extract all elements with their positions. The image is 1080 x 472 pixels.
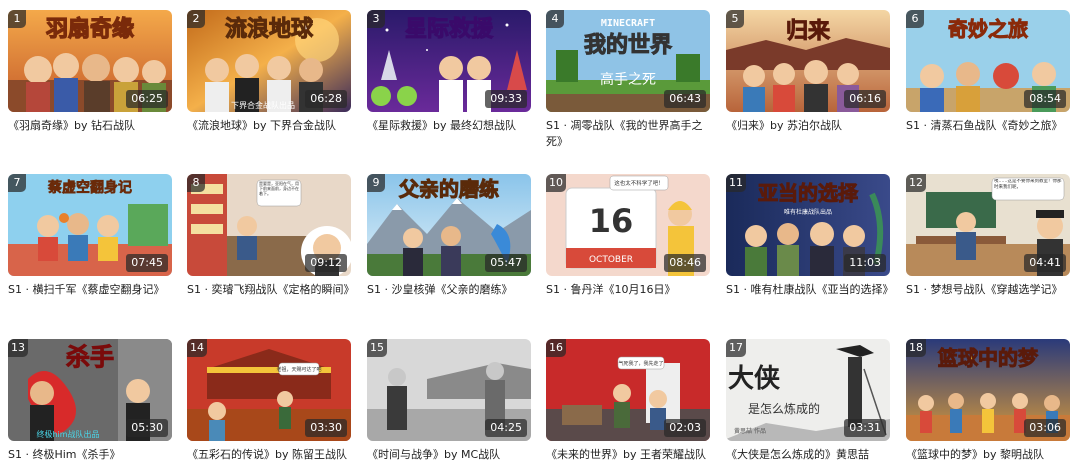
thumbnail-speech-bubble: 是要是，亚阳在气，用下前来面前，身边不在着下。: [259, 181, 299, 196]
video-caption[interactable]: S1 · 唯有杜康战队《亚当的选择》: [726, 282, 893, 298]
thumbnail-author: 黄思喆 作品: [734, 427, 766, 435]
video-index-badge: 3: [367, 10, 385, 28]
video-duration: 08:46: [664, 254, 706, 272]
video-thumbnail[interactable]: 是要是，亚阳在气，用下前来面前，身边不在着下。 8 09:12: [187, 174, 351, 276]
video-index-badge: 10: [546, 174, 566, 192]
video-thumbnail[interactable]: 咦……这是不要你来到教室！你那时来我们呢， 12 04:41: [906, 174, 1070, 276]
thumbnail-speech-bubble: 老祖，天赐可达了吧: [276, 366, 321, 373]
video-caption[interactable]: S1 · 奕璿飞翔战队《定格的瞬间》: [187, 282, 354, 298]
video-index-badge: 18: [906, 339, 926, 357]
video-thumbnail[interactable]: 老祖，天赐可达了吧 14 03:30: [187, 339, 351, 441]
video-thumbnail[interactable]: 大侠 是怎么炼成的 黄思喆 作品 17 03:31: [726, 339, 890, 441]
video-caption[interactable]: 《星际救援》by 最终幻想战队: [367, 118, 531, 134]
video-index-badge: 16: [546, 339, 566, 357]
video-thumbnail[interactable]: 流浪地球 下界合金战队出品 2 06:28: [187, 10, 351, 112]
video-duration: 09:12: [305, 254, 347, 272]
thumbnail-subtitle: 终极him战队出品: [36, 429, 99, 439]
video-index-badge: 6: [906, 10, 924, 28]
video-thumbnail[interactable]: 杀手 终极him战队出品 13 05:30: [8, 339, 172, 441]
video-index-badge: 12: [906, 174, 926, 192]
thumbnail-title: 流浪地球: [225, 16, 314, 42]
video-index-badge: 15: [367, 339, 387, 357]
video-duration: 09:33: [485, 90, 527, 108]
video-duration: 03:31: [844, 419, 886, 437]
video-duration: 02:03: [664, 419, 706, 437]
thumbnail-speech-bubble: 这也太不科学了吧！: [614, 179, 664, 187]
video-duration: 11:03: [844, 254, 886, 272]
video-index-badge: 14: [187, 339, 207, 357]
video-index-badge: 9: [367, 174, 385, 192]
thumbnail-title: 亚当的选择: [758, 181, 859, 205]
video-duration: 04:25: [485, 419, 527, 437]
video-thumbnail[interactable]: 奇妙之旅 6 08:54: [906, 10, 1070, 112]
video-caption[interactable]: S1 · 凋零战队《我的世界高手之死》: [546, 118, 710, 150]
video-thumbnail[interactable]: 父亲的磨练 9 05:47: [367, 174, 531, 276]
thumbnail-logo: MINECRAFT: [601, 18, 655, 29]
video-caption[interactable]: S1 · 鲁丹洋《10月16日》: [546, 282, 710, 298]
thumbnail-subtitle: 下界合金战队出品: [231, 100, 295, 110]
thumbnail-title: 蔡虚空翻身记: [47, 179, 132, 196]
thumbnail-title: 羽扇奇缘: [46, 16, 134, 42]
video-index-badge: 11: [726, 174, 746, 192]
video-thumbnail[interactable]: 篮球中的梦 18 03:06: [906, 339, 1070, 441]
video-index-badge: 7: [8, 174, 26, 192]
video-duration: 06:43: [664, 90, 706, 108]
video-thumbnail[interactable]: 气死我了，我先走了 16 02:03: [546, 339, 710, 441]
video-caption[interactable]: S1 · 清蒸石鱼战队《奇妙之旅》: [906, 118, 1070, 134]
thumbnail-title: 杀手: [66, 343, 114, 371]
video-duration: 08:54: [1024, 90, 1066, 108]
video-thumbnail[interactable]: 15 04:25: [367, 339, 531, 441]
video-thumbnail[interactable]: 归来 5 06:16: [726, 10, 890, 112]
video-caption[interactable]: 《大侠是怎么炼成的》黄思喆: [726, 447, 890, 463]
video-thumbnail[interactable]: 亚当的选择 唯有杜康战队出品 11 11:03: [726, 174, 890, 276]
thumbnail-title: 大侠: [728, 363, 781, 394]
video-index-badge: 8: [187, 174, 205, 192]
thumbnail-speech-bubble: 气死我了，我先走了: [618, 360, 663, 367]
thumbnail-title: 归来: [786, 19, 831, 44]
video-caption[interactable]: S1 · 梦想号战队《穿越选学记》: [906, 282, 1070, 298]
video-index-badge: 13: [8, 339, 28, 357]
video-duration: 06:28: [305, 90, 347, 108]
video-thumbnail[interactable]: 蔡虚空翻身记 7 07:45: [8, 174, 172, 276]
video-duration: 07:45: [126, 254, 168, 272]
video-duration: 03:30: [305, 419, 347, 437]
thumbnail-subtitle: 唯有杜康战队出品: [784, 208, 832, 216]
video-index-badge: 17: [726, 339, 746, 357]
video-index-badge: 2: [187, 10, 205, 28]
video-caption[interactable]: 《羽扇奇缘》by 钻石战队: [8, 118, 172, 134]
thumbnail-subtitle: OCTOBER: [589, 255, 633, 265]
thumbnail-title: 奇妙之旅: [948, 17, 1028, 41]
thumbnail-subtitle: 高手之死: [600, 71, 656, 88]
video-index-badge: 4: [546, 10, 564, 28]
video-grid: 羽扇奇缘 1 06:25 《羽扇奇缘》by 钻石战队 流浪地球 下界合金战队出品…: [0, 0, 1080, 472]
video-duration: 05:30: [126, 419, 168, 437]
thumbnail-title: 篮球中的梦: [937, 346, 1039, 370]
video-duration: 03:06: [1024, 419, 1066, 437]
thumbnail-speech-bubble: 咦……这是不要你来到教室！你那时来我们呢，: [994, 179, 1062, 190]
video-caption[interactable]: 《未来的世界》by 王者荣耀战队: [546, 447, 710, 463]
thumbnail-title: 星际救援: [405, 17, 494, 42]
video-caption[interactable]: 《五彩石的传说》by 陈留王战队: [187, 447, 351, 463]
video-duration: 06:25: [126, 90, 168, 108]
video-caption[interactable]: 《篮球中的梦》by 黎明战队: [906, 447, 1070, 463]
video-caption[interactable]: 《流浪地球》by 下界合金战队: [187, 118, 351, 134]
thumbnail-title: 父亲的磨练: [398, 177, 499, 201]
video-thumbnail[interactable]: 星际救援 3 09:33: [367, 10, 531, 112]
thumbnail-title: 我的世界: [584, 32, 672, 58]
video-thumbnail[interactable]: 16 OCTOBER 这也太不科学了吧！ 10 08:46: [546, 174, 710, 276]
video-caption[interactable]: 《归来》by 苏泊尔战队: [726, 118, 890, 134]
video-duration: 04:41: [1024, 254, 1066, 272]
thumbnail-subtitle: 是怎么炼成的: [748, 401, 820, 416]
video-thumbnail[interactable]: MINECRAFT 我的世界 高手之死 4 06:43: [546, 10, 710, 112]
video-index-badge: 5: [726, 10, 744, 28]
video-thumbnail[interactable]: 羽扇奇缘 1 06:25: [8, 10, 172, 112]
video-index-badge: 1: [8, 10, 26, 28]
video-caption[interactable]: S1 · 终极Him《杀手》: [8, 447, 172, 463]
video-caption[interactable]: 《时间与战争》by MC战队: [367, 447, 531, 463]
video-caption[interactable]: S1 · 横扫千军《蔡虚空翻身记》: [8, 282, 172, 298]
video-caption[interactable]: S1 · 沙皇核弹《父亲的磨练》: [367, 282, 531, 298]
thumbnail-title: 16: [589, 202, 634, 240]
video-duration: 05:47: [485, 254, 527, 272]
video-duration: 06:16: [844, 90, 886, 108]
